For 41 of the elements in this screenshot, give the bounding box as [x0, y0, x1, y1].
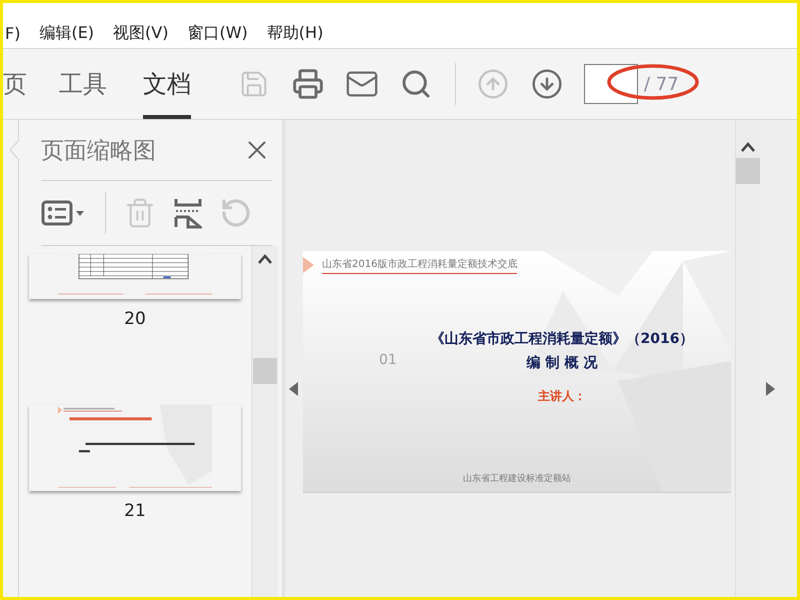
print-icon [292, 68, 324, 100]
triangle-marker-icon [303, 257, 314, 273]
scroll-thumb[interactable] [736, 158, 760, 184]
page-total: / 77 [644, 74, 679, 94]
list-options-icon [41, 200, 87, 226]
extract-page-icon [174, 197, 202, 229]
arrow-up-icon [477, 68, 509, 100]
scroll-up-button[interactable] [258, 254, 272, 264]
arrow-down-icon [531, 68, 563, 100]
next-page-button[interactable] [766, 382, 775, 396]
page-number: 21 [124, 501, 146, 521]
menu-item[interactable]: 视图(V) [113, 22, 168, 44]
panel-title: 页面缩略图 [41, 136, 156, 166]
menu-item[interactable]: F) [5, 24, 20, 42]
chevron-up-icon [741, 142, 755, 152]
chevron-up-icon [258, 254, 272, 264]
scroll-thumb[interactable] [253, 358, 277, 384]
extract-button[interactable] [174, 197, 202, 229]
options-button[interactable] [41, 200, 87, 226]
rotate-icon [220, 197, 252, 229]
triangle-left-icon [289, 382, 298, 396]
section-number: 01 [379, 352, 397, 368]
previous-page-button[interactable] [289, 382, 298, 396]
trash-icon [124, 197, 156, 229]
down-button[interactable] [530, 67, 564, 101]
save-icon [239, 69, 269, 99]
slide-title: 《山东省市政工程消耗量定额》（2016） [430, 330, 694, 348]
menu-item[interactable]: 窗口(W) [187, 22, 248, 44]
slide-footer: 山东省工程建设标准定额站 [303, 472, 731, 484]
page-number: 20 [124, 309, 146, 330]
speaker-label: 主讲人： [538, 388, 586, 404]
print-button[interactable] [291, 67, 325, 101]
tab[interactable]: 工具 [59, 49, 107, 119]
slide-header: 山东省2016版市政工程消耗量定额技术交底 [322, 256, 518, 274]
triangle-right-icon [766, 382, 775, 396]
menu-item[interactable]: 编辑(E) [39, 22, 94, 44]
slide-subtitle: 编 制 概 况 [526, 354, 598, 372]
menu-item[interactable]: 帮助(H) [266, 22, 324, 44]
search-icon [400, 68, 432, 100]
tab[interactable]: 页 [3, 49, 27, 119]
scroll-up-button[interactable] [741, 142, 755, 152]
